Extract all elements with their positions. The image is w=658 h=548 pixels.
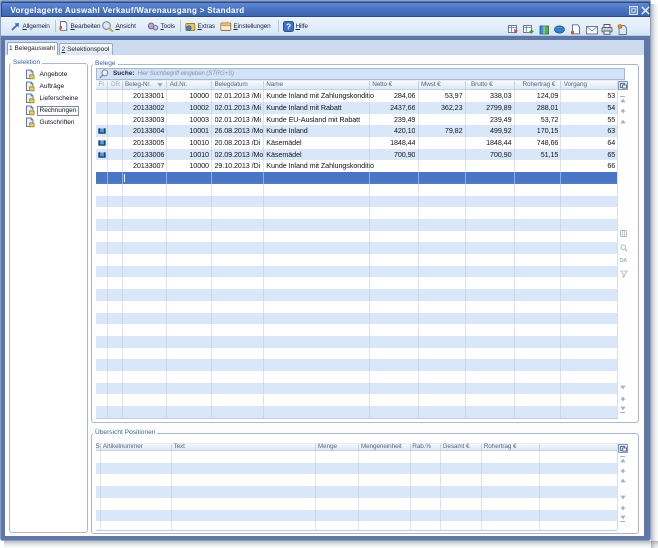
svg-text:?: ? [286,21,291,31]
